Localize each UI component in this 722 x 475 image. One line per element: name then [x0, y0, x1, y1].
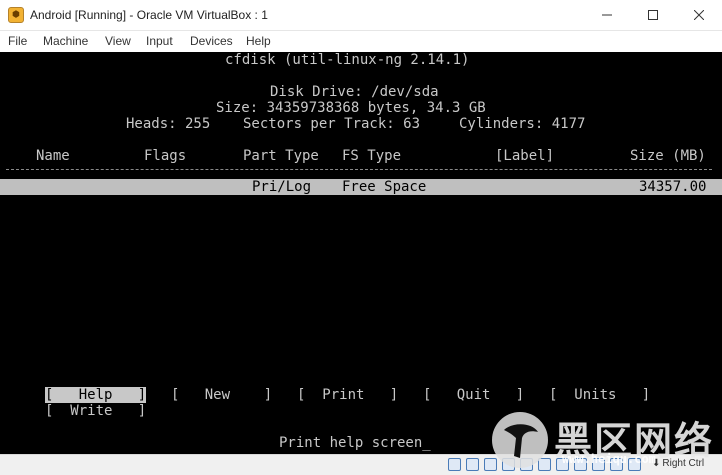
keyboard-icon[interactable] [628, 458, 641, 471]
column-fs-type: FS Type [342, 148, 402, 164]
disk-size-line: Size: 34359738368 bytes, 34.3 GB [216, 100, 486, 116]
minimize-icon [602, 14, 612, 16]
column-name: Name [36, 148, 70, 164]
arrow-down-icon: ⬇ [652, 458, 661, 469]
maximize-icon [648, 10, 658, 20]
title-bar: ⬢ Android [Running] - Oracle VM VirtualB… [0, 0, 722, 31]
menu-help[interactable]: Help [246, 34, 271, 48]
status-bar: ⬇ Right Ctrl [0, 454, 722, 475]
cylinders-value: Cylinders: 4177 [459, 116, 586, 132]
sectors-value: Sectors per Track: 63 [243, 116, 421, 132]
menu-machine[interactable]: Machine [43, 34, 88, 48]
virtualbox-icon: ⬢ [8, 7, 24, 23]
row-size: 34357.00 [639, 179, 707, 195]
optical-drive-icon[interactable] [466, 458, 479, 471]
display-icon[interactable] [556, 458, 569, 471]
column-flags: Flags [144, 148, 187, 164]
menu-bar: File Machine View Input Devices Help [0, 31, 722, 52]
write-button[interactable]: [ Write ] [45, 403, 146, 419]
row-fs-type: Free Space [342, 179, 427, 195]
mouse-integration-icon[interactable] [610, 458, 623, 471]
shared-folders-icon[interactable] [538, 458, 551, 471]
heads-value: Heads: 255 [126, 116, 211, 132]
harddisk-icon[interactable] [448, 458, 461, 471]
menu-devices[interactable]: Devices [190, 34, 233, 48]
menu-view[interactable]: View [105, 34, 131, 48]
network-icon[interactable] [502, 458, 515, 471]
menu-input[interactable]: Input [146, 34, 173, 48]
host-key-indicator: ⬇ Right Ctrl [652, 458, 704, 469]
vm-screen[interactable]: cfdisk (util-linux-ng 2.14.1) Disk Drive… [0, 52, 722, 454]
new-button[interactable]: [ New ] [171, 387, 272, 403]
cpu-icon[interactable] [592, 458, 605, 471]
menu-file[interactable]: File [8, 34, 27, 48]
column-size: Size (MB) [630, 148, 706, 164]
minimize-button[interactable] [584, 0, 630, 30]
video-capture-icon[interactable] [574, 458, 587, 471]
audio-icon[interactable] [484, 458, 497, 471]
close-button[interactable] [676, 0, 722, 30]
quit-button[interactable]: [ Quit ] [423, 387, 524, 403]
partition-row-selected[interactable]: Pri/Log Free Space 34357.00 [0, 179, 722, 195]
disk-drive-line: Disk Drive: /dev/sda [270, 84, 439, 100]
program-title: cfdisk (util-linux-ng 2.14.1) [225, 52, 470, 68]
close-icon [694, 10, 704, 20]
row-part-type: Pri/Log [252, 179, 312, 195]
header-separator [6, 169, 712, 170]
column-label: [Label] [495, 148, 555, 164]
host-key-label: Right Ctrl [662, 458, 705, 469]
usb-icon[interactable] [520, 458, 533, 471]
maximize-button[interactable] [630, 0, 676, 30]
status-line: Print help screen_ [279, 435, 431, 451]
units-button[interactable]: [ Units ] [549, 387, 650, 403]
help-button[interactable]: [ Help ] [45, 387, 147, 403]
window-title: Android [Running] - Oracle VM VirtualBox… [30, 8, 268, 22]
print-button[interactable]: [ Print ] [297, 387, 398, 403]
column-part-type: Part Type [243, 148, 319, 164]
